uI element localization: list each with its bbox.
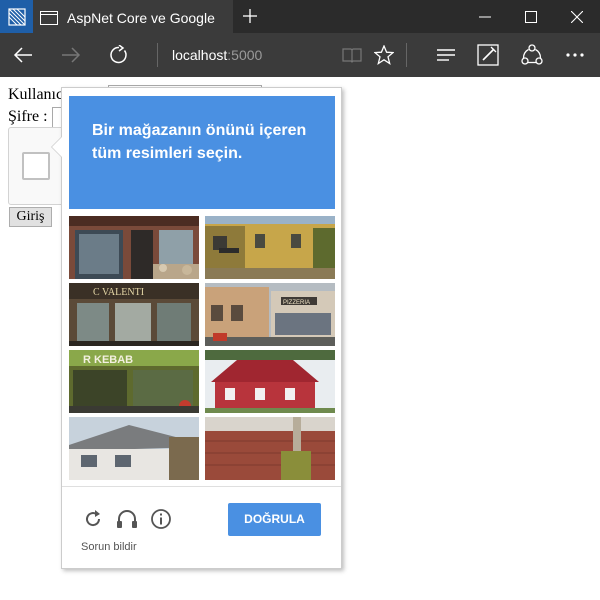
image-tile-1[interactable]: [69, 216, 199, 279]
tile-sign-text-1: C VALENTI: [93, 287, 144, 298]
address-host: localhost: [172, 47, 228, 63]
star-icon[interactable]: [362, 33, 406, 77]
popup-arrow-inner: [52, 136, 63, 158]
page-icon: [40, 10, 58, 25]
refresh-icon[interactable]: [97, 33, 141, 77]
image-tile-7[interactable]: [69, 417, 199, 480]
plus-icon[interactable]: [236, 2, 264, 30]
close-icon[interactable]: [554, 0, 600, 33]
pen-icon[interactable]: [466, 33, 510, 77]
challenge-instruction: Bir mağazanın önünü içeren tüm resimleri…: [92, 122, 307, 162]
toolbar-separator: [406, 43, 407, 67]
maximize-icon[interactable]: [508, 0, 554, 33]
image-tile-2[interactable]: [205, 216, 335, 279]
info-icon[interactable]: [149, 507, 173, 531]
username-label: Kullanıcı: [8, 86, 68, 103]
address-bar[interactable]: localhost:5000: [172, 33, 262, 77]
more-icon[interactable]: [553, 33, 597, 77]
login-button[interactable]: Giriş: [9, 207, 52, 227]
image-tile-4[interactable]: PIZZERIA: [205, 283, 335, 346]
headphones-icon[interactable]: [115, 507, 139, 531]
minimize-icon[interactable]: [462, 0, 508, 33]
share-icon[interactable]: [510, 33, 554, 77]
image-grid: C VALENTI PIZZERIA R KEBAB: [69, 216, 335, 480]
reload-icon[interactable]: [81, 507, 105, 531]
address-port: :5000: [227, 47, 263, 63]
image-tile-3[interactable]: C VALENTI: [69, 283, 199, 346]
forward-arrow-icon[interactable]: [49, 33, 93, 77]
tile-sign-text-4: R KEBAB: [83, 354, 133, 366]
back-arrow-icon[interactable]: [1, 33, 45, 77]
navigation-bar: localhost:5000: [0, 33, 600, 77]
browser-tab[interactable]: AspNet Core ve Google: [33, 0, 233, 33]
hub-icon[interactable]: [424, 33, 468, 77]
image-tile-5[interactable]: R KEBAB: [69, 350, 199, 413]
tile-sign-text-3: PIZZERIA: [283, 300, 310, 306]
address-separator: [157, 43, 158, 67]
tab-title: AspNet Core ve Google: [67, 9, 215, 26]
title-bar: AspNet Core ve Google: [0, 0, 600, 33]
challenge-header: Bir mağazanın önünü içeren tüm resimleri…: [69, 96, 335, 209]
image-tile-8[interactable]: [205, 417, 335, 480]
verify-button[interactable]: DOĞRULA: [228, 503, 321, 536]
password-label: Şifre :: [8, 108, 48, 125]
challenge-footer: Sorun bildir DOĞRULA: [62, 486, 341, 568]
captcha-challenge-popup: Bir mağazanın önünü içeren tüm resimleri…: [51, 87, 342, 569]
window-menu-icon[interactable]: [0, 0, 33, 33]
report-problem-link[interactable]: Sorun bildir: [81, 541, 137, 553]
image-tile-6[interactable]: [205, 350, 335, 413]
recaptcha-checkbox[interactable]: [22, 152, 50, 180]
